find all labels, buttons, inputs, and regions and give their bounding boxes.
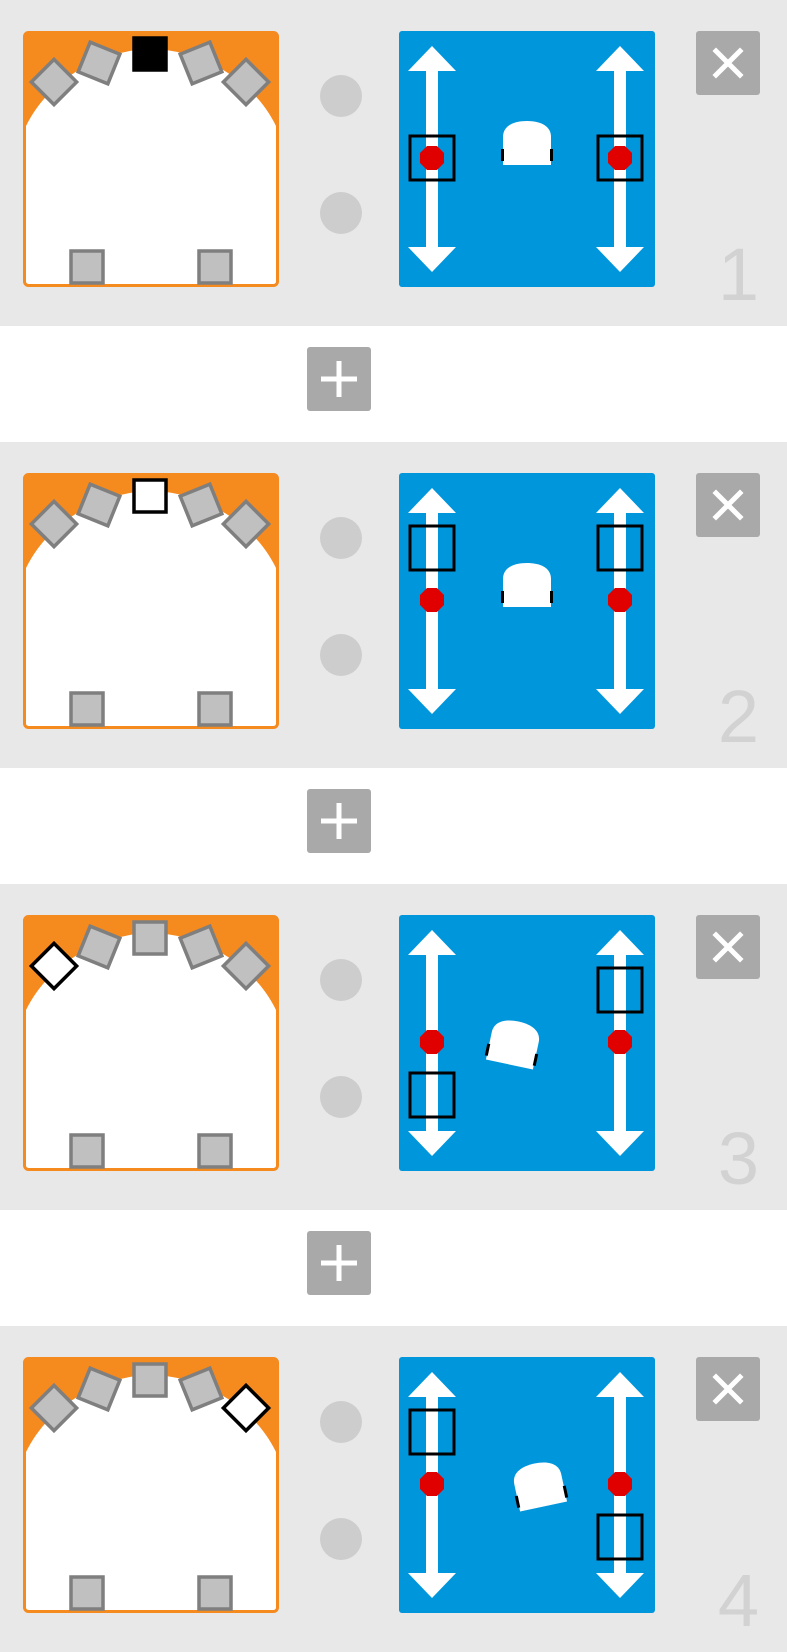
plus-icon bbox=[321, 803, 357, 839]
rule-row: 2 bbox=[0, 442, 787, 768]
led-color-dot[interactable] bbox=[320, 192, 362, 234]
sensor-panel[interactable] bbox=[23, 915, 279, 1171]
rule-row: 3 bbox=[0, 884, 787, 1210]
ground-sensor-toggle[interactable] bbox=[197, 249, 233, 285]
add-rule-button[interactable] bbox=[307, 1231, 371, 1295]
led-color-dot[interactable] bbox=[320, 517, 362, 559]
ground-sensor-toggle[interactable] bbox=[69, 1575, 105, 1611]
ground-sensor-toggle[interactable] bbox=[69, 691, 105, 727]
ground-sensor-toggle[interactable] bbox=[69, 249, 105, 285]
motor-panel bbox=[399, 1357, 655, 1613]
plus-icon bbox=[321, 1245, 357, 1281]
delete-rule-button[interactable] bbox=[696, 31, 760, 95]
proximity-sensor-toggle[interactable] bbox=[132, 1362, 168, 1398]
right-motor-speed-indicator bbox=[608, 146, 632, 170]
add-rule-button[interactable] bbox=[307, 789, 371, 853]
close-icon bbox=[712, 931, 744, 963]
rule-number: 2 bbox=[717, 675, 759, 758]
rule-row: 4 bbox=[0, 1326, 787, 1652]
led-color-dot[interactable] bbox=[320, 1401, 362, 1443]
led-color-dot[interactable] bbox=[320, 1518, 362, 1560]
rule-number: 4 bbox=[717, 1559, 759, 1642]
led-color-dot[interactable] bbox=[320, 634, 362, 676]
ground-sensor-toggle[interactable] bbox=[69, 1133, 105, 1169]
ground-sensor-toggle[interactable] bbox=[197, 691, 233, 727]
delete-rule-button[interactable] bbox=[696, 915, 760, 979]
left-motor-speed-indicator bbox=[420, 146, 444, 170]
right-motor-speed-indicator bbox=[608, 1030, 632, 1054]
motor-panel bbox=[399, 915, 655, 1171]
sensor-panel[interactable] bbox=[23, 473, 279, 729]
rule-number: 3 bbox=[717, 1117, 759, 1200]
proximity-sensor-toggle[interactable] bbox=[132, 478, 168, 514]
add-rule-button[interactable] bbox=[307, 347, 371, 411]
led-color-dot[interactable] bbox=[320, 959, 362, 1001]
left-motor-speed-indicator bbox=[420, 588, 444, 612]
ground-sensor-toggle[interactable] bbox=[197, 1133, 233, 1169]
sensor-panel[interactable] bbox=[23, 31, 279, 287]
led-color-dot[interactable] bbox=[320, 75, 362, 117]
robot-icon bbox=[501, 563, 553, 607]
right-motor-speed-indicator bbox=[608, 588, 632, 612]
left-motor-speed-indicator bbox=[420, 1030, 444, 1054]
delete-rule-button[interactable] bbox=[696, 473, 760, 537]
motor-panel bbox=[399, 473, 655, 729]
close-icon bbox=[712, 47, 744, 79]
close-icon bbox=[712, 1373, 744, 1405]
sensor-panel[interactable] bbox=[23, 1357, 279, 1613]
ground-sensor-toggle[interactable] bbox=[197, 1575, 233, 1611]
close-icon bbox=[712, 489, 744, 521]
robot-icon bbox=[501, 121, 553, 165]
delete-rule-button[interactable] bbox=[696, 1357, 760, 1421]
left-motor-speed-indicator bbox=[420, 1472, 444, 1496]
rule-row: 1 bbox=[0, 0, 787, 326]
led-color-dot[interactable] bbox=[320, 1076, 362, 1118]
motor-panel bbox=[399, 31, 655, 287]
right-motor-speed-indicator bbox=[608, 1472, 632, 1496]
plus-icon bbox=[321, 361, 357, 397]
proximity-sensor-toggle[interactable] bbox=[132, 36, 168, 72]
proximity-sensor-toggle[interactable] bbox=[132, 920, 168, 956]
rule-number: 1 bbox=[717, 233, 759, 316]
